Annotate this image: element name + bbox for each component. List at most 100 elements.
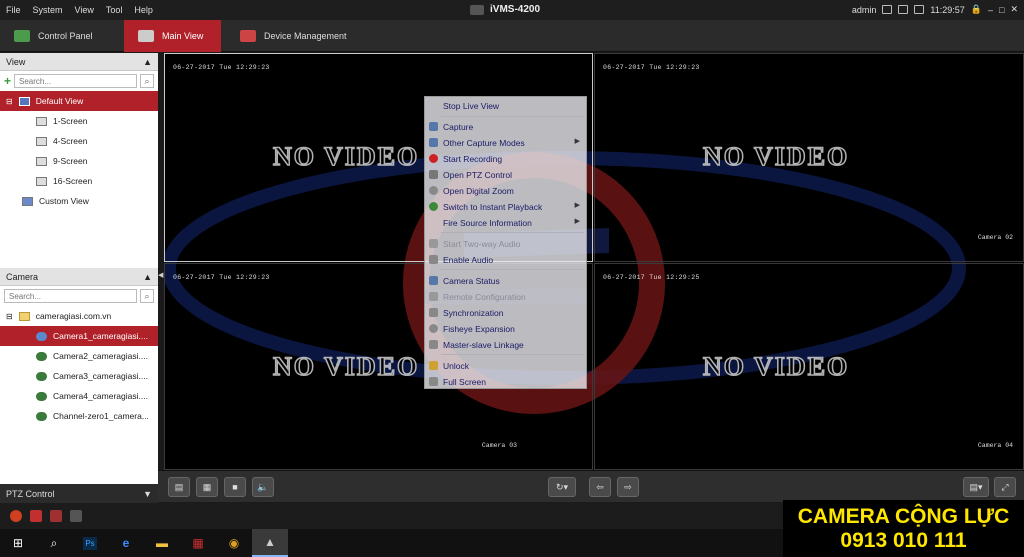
view-search-input[interactable] (14, 74, 137, 88)
tab-main-view[interactable]: Main View (124, 20, 221, 52)
menu-open-ptz-control[interactable]: Open PTZ Control (425, 167, 586, 182)
fullscreen-icon (429, 377, 438, 386)
audio-icon[interactable] (70, 510, 82, 522)
camera-icon (36, 371, 47, 381)
view-item-16-screen[interactable]: 16-Screen (0, 171, 158, 191)
menu-help[interactable]: Help (128, 5, 159, 15)
menu-item-label: Enable Audio (443, 254, 494, 265)
menu-remote-configuration[interactable]: Remote Configuration (425, 289, 586, 304)
cpu-icon[interactable] (898, 5, 909, 14)
event-icon[interactable] (50, 510, 62, 522)
menu-open-digital-zoom[interactable]: Open Digital Zoom (425, 183, 586, 198)
tab-device-management[interactable]: Device Management (226, 20, 368, 52)
volume-button[interactable]: 🔈 (252, 477, 274, 497)
camera-item-1[interactable]: Camera1_cameragiasi.... (0, 326, 158, 346)
menu-unlock[interactable]: Unlock (425, 358, 586, 373)
collapse-node-icon[interactable]: ⊟ (6, 312, 13, 321)
window-division-button[interactable]: ▦ (196, 477, 218, 497)
collapse-icon[interactable]: ▲ (143, 57, 152, 67)
save-view-button[interactable]: ▤ (168, 477, 190, 497)
view-item-label: 4-Screen (53, 136, 88, 146)
collapse-node-icon[interactable]: ⊟ (6, 97, 13, 106)
menu-system[interactable]: System (27, 5, 69, 15)
windows-start-icon[interactable]: ⊞ (0, 529, 36, 557)
record-icon (429, 154, 438, 163)
auto-switch-button[interactable]: ↻▾ (548, 477, 576, 497)
camera-group-root[interactable]: ⊟ cameragiasi.com.vn (0, 306, 158, 326)
chrome-icon[interactable]: ◉ (216, 529, 252, 557)
screen-layout-icon (36, 176, 47, 186)
menu-file[interactable]: File (0, 5, 27, 15)
full-screen-button[interactable]: ⤢ (994, 477, 1016, 497)
arrow-right-icon: ⇨ (624, 481, 632, 492)
search-icon[interactable]: ⌕ (36, 529, 72, 557)
menu-camera-status[interactable]: Camera Status (425, 273, 586, 288)
camera-label: Camera2_cameragiasi.... (53, 351, 148, 361)
left-panel: View ▲ + ⌕ ⊟ Default View 1-Screen 4-Scr… (0, 53, 158, 503)
camera-item-4[interactable]: Camera4_cameragiasi.... (0, 386, 158, 406)
stop-all-button[interactable]: ■ (224, 477, 246, 497)
menu-start-recording[interactable]: Start Recording (425, 151, 586, 166)
lock-icon[interactable]: 🔒 (971, 4, 982, 15)
ie-icon[interactable]: e (108, 529, 144, 557)
view-item-4-screen[interactable]: 4-Screen (0, 131, 158, 151)
menu-master-slave-linkage[interactable]: Master-slave Linkage (425, 337, 586, 352)
view-panel-header[interactable]: View ▲ (0, 53, 158, 71)
menu-other-capture-modes[interactable]: Other Capture Modes ▶ (425, 135, 586, 150)
menu-tool[interactable]: Tool (100, 5, 129, 15)
menu-start-two-way-audio[interactable]: Start Two-way Audio (425, 236, 586, 251)
menu-synchronization[interactable]: Synchronization (425, 305, 586, 320)
file-explorer-icon[interactable]: ▬ (144, 529, 180, 557)
ptz-panel-title: PTZ Control (6, 488, 55, 499)
alarm-output-icon[interactable] (30, 510, 42, 522)
menu-view[interactable]: View (69, 5, 100, 15)
settings-icon (429, 292, 438, 301)
collapse-icon[interactable]: ▲ (143, 272, 152, 282)
next-page-button[interactable]: ⇨ (617, 477, 639, 497)
camera-item-channel-zero[interactable]: Channel-zero1_camera... (0, 406, 158, 426)
menu-full-screen[interactable]: Full Screen (425, 374, 586, 389)
menu-enable-audio[interactable]: Enable Audio (425, 252, 586, 267)
ptz-panel-header[interactable]: PTZ Control ▼ (0, 484, 158, 503)
collapse-panel-icon[interactable]: ◀ (158, 271, 163, 279)
previous-page-button[interactable]: ⇦ (589, 477, 611, 497)
hdd-icon[interactable] (882, 5, 893, 14)
video-tile-2[interactable]: 06-27-2017 Tue 12:29:23 NO VIDEO Camera … (594, 53, 1024, 262)
search-icon[interactable]: ⌕ (140, 74, 154, 88)
username: admin (851, 4, 877, 15)
camera-label: Camera3_cameragiasi.... (53, 371, 148, 381)
photoshop-icon[interactable]: Ps (72, 529, 108, 557)
tab-control-panel[interactable]: Control Panel (0, 20, 122, 52)
view-item-label: 16-Screen (53, 176, 93, 186)
camera-search-input[interactable] (4, 289, 137, 303)
ram-icon[interactable] (914, 5, 925, 14)
camera-panel-header[interactable]: Camera ▲ (0, 268, 158, 286)
system-status: admin 11:29:57 🔒 – □ ✕ (852, 4, 1018, 15)
minimize-icon[interactable]: – (988, 5, 993, 15)
view-item-custom[interactable]: Custom View (0, 191, 158, 211)
submenu-arrow-icon: ▶ (574, 138, 580, 145)
menu-switch-instant-playback[interactable]: Switch to Instant Playback ▶ (425, 199, 586, 214)
photoshop-badge: Ps (83, 536, 97, 550)
stream-select-button[interactable]: ▤▾ (963, 477, 989, 497)
ivms-taskbar-icon[interactable]: ▲ (252, 529, 288, 557)
camera-item-3[interactable]: Camera3_cameragiasi.... (0, 366, 158, 386)
camera-icon (36, 411, 47, 421)
search-icon[interactable]: ⌕ (140, 289, 154, 303)
app-logo-icon (470, 4, 484, 15)
add-view-icon[interactable]: + (4, 74, 11, 88)
maximize-icon[interactable]: □ (999, 5, 1004, 15)
camera-item-2[interactable]: Camera2_cameragiasi.... (0, 346, 158, 366)
alarm-icon[interactable] (10, 510, 22, 522)
app-icon[interactable]: ▦ (180, 529, 216, 557)
expand-icon[interactable]: ▼ (143, 489, 152, 499)
view-item-default[interactable]: ⊟ Default View (0, 91, 158, 111)
menu-fisheye-expansion[interactable]: Fisheye Expansion (425, 321, 586, 336)
menu-capture[interactable]: Capture (425, 119, 586, 134)
menu-fire-source-info[interactable]: Fire Source Information ▶ (425, 215, 586, 230)
menu-stop-live-view[interactable]: Stop Live View (425, 98, 586, 113)
view-item-9-screen[interactable]: 9-Screen (0, 151, 158, 171)
close-icon[interactable]: ✕ (1010, 4, 1018, 15)
video-tile-4[interactable]: 06-27-2017 Tue 12:29:25 NO VIDEO Camera … (594, 263, 1024, 470)
view-item-1-screen[interactable]: 1-Screen (0, 111, 158, 131)
